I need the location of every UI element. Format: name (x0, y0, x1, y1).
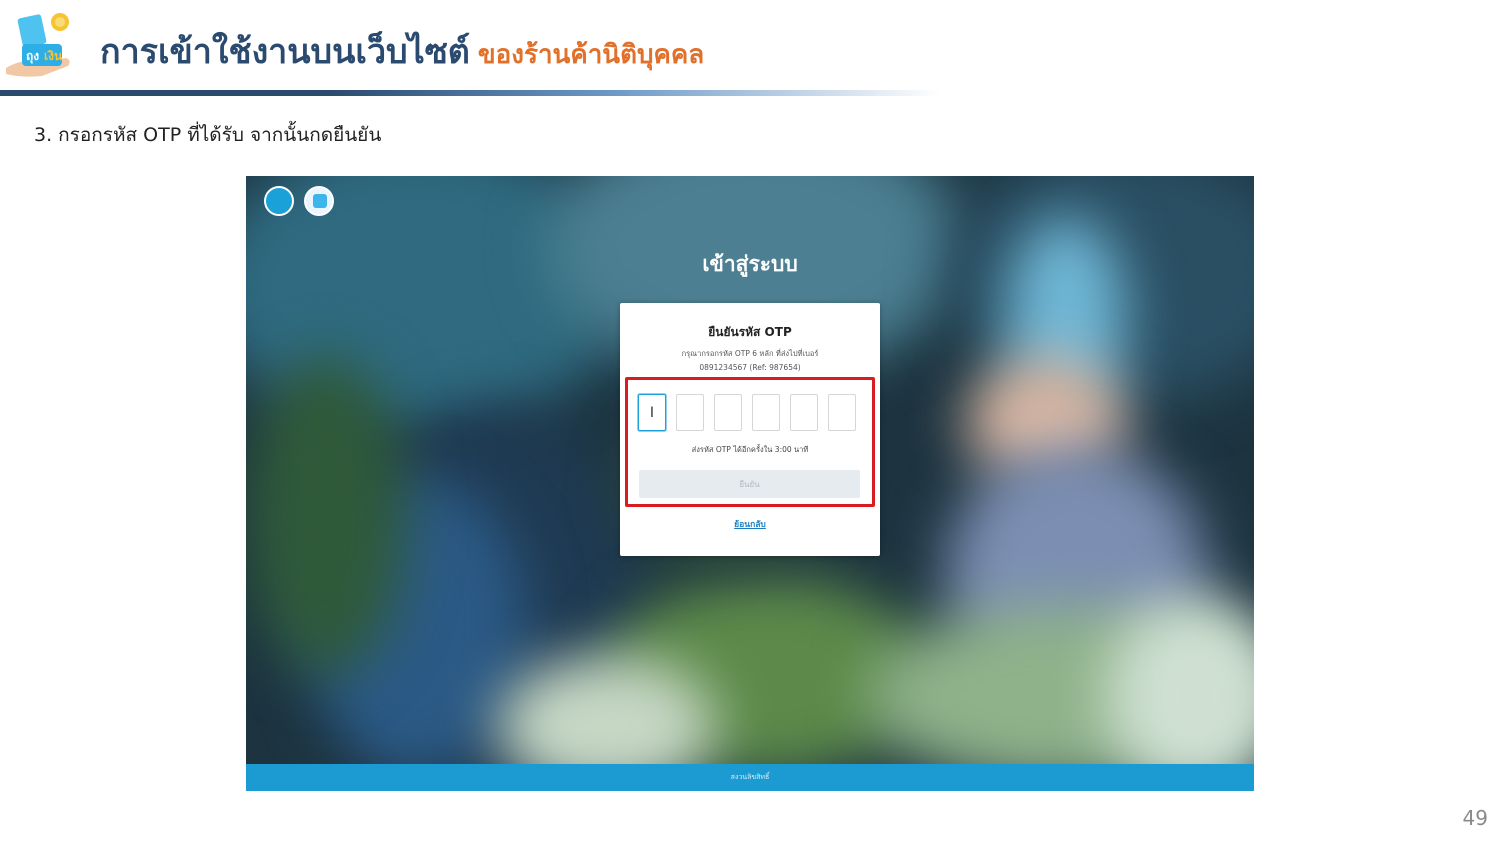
thung-ngoen-small-logo-icon (304, 186, 334, 216)
footer-copyright: สงวนลิขสิทธิ์ (730, 773, 770, 781)
step-instruction: 3. กรอกรหัส OTP ที่ได้รับ จากนั้นกดยืนยั… (34, 124, 382, 146)
otp-description: กรุณากรอกรหัส OTP 6 หลัก ที่ส่งไปที่เบอร… (640, 347, 860, 375)
page-title-sub: ของร้านค้านิติบุคคล (477, 40, 705, 70)
svg-text:ถุง: ถุง (26, 49, 39, 64)
svg-text:เงิน: เงิน (44, 49, 63, 63)
page-title-main: การเข้าใช้งานบนเว็บไซต์ (100, 32, 470, 72)
back-link[interactable]: ย้อนกลับ (620, 517, 880, 531)
otp-description-line2: 0891234567 (Ref: 987654) (699, 363, 801, 372)
site-footer: สงวนลิขสิทธิ์ (246, 764, 1254, 791)
page-number: 49 (1462, 806, 1488, 830)
slide: ถุง เงิน การเข้าใช้งานบนเว็บไซต์ ของร้านค… (0, 0, 1500, 844)
website-screenshot: เข้าสู่ระบบ ยืนยันรหัส OTP กรุณากรอกรหัส… (246, 176, 1254, 791)
thung-ngoen-logo: ถุง เงิน (6, 13, 70, 77)
login-title: เข้าสู่ระบบ (702, 252, 798, 276)
site-logos (264, 186, 334, 216)
otp-description-line1: กรุณากรอกรหัส OTP 6 หลัก ที่ส่งไปที่เบอร… (681, 349, 819, 358)
highlight-box (625, 377, 875, 507)
otp-card-title: ยืนยันรหัส OTP (708, 325, 792, 339)
header-divider (0, 90, 940, 96)
page-title: การเข้าใช้งานบนเว็บไซต์ ของร้านค้านิติบุค… (100, 24, 704, 78)
krungthai-logo-icon (264, 186, 294, 216)
